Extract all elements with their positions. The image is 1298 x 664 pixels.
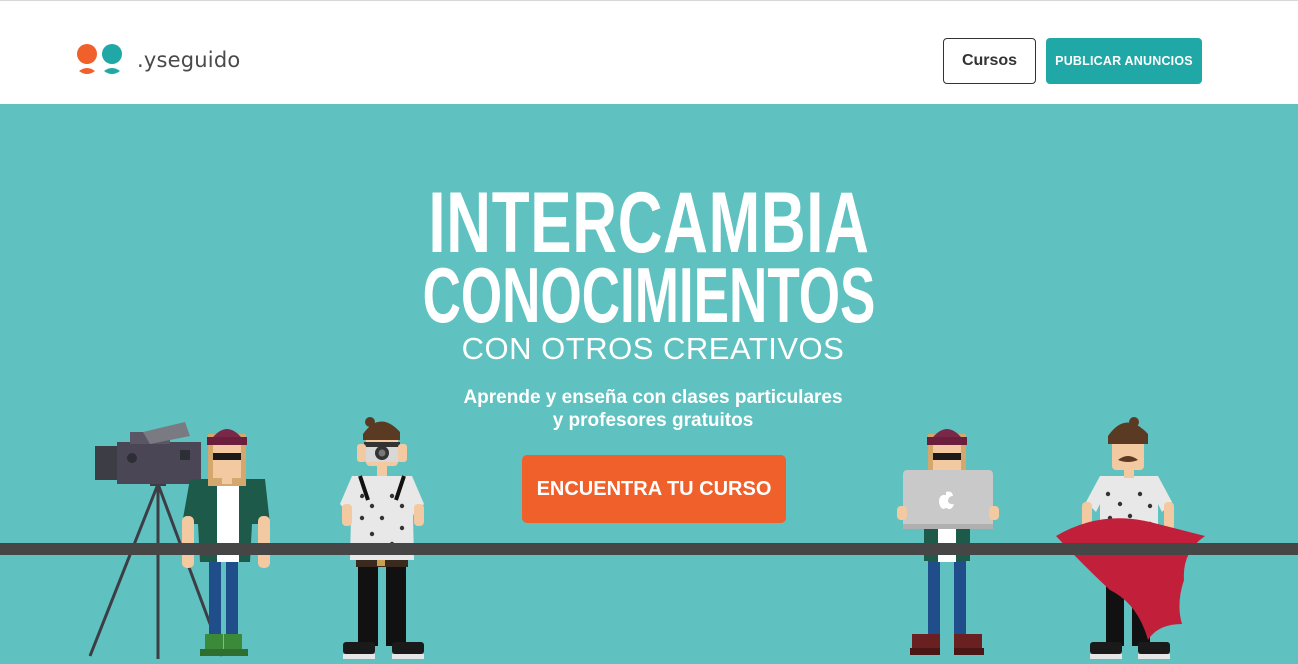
subtitle-line-2: y profesores gratuitos — [552, 410, 754, 431]
cursos-button[interactable]: Cursos — [943, 38, 1036, 84]
cape-holder-figure — [1056, 417, 1205, 659]
photographer-figure — [340, 417, 424, 659]
logo-mark-icon[interactable] — [76, 43, 126, 79]
headline-line-2: CONOCIMIENTOS — [422, 251, 876, 339]
subtitle-line-1: Aprende y enseña con clases particulares — [463, 387, 843, 408]
floor-bar — [0, 543, 1298, 555]
laptop-user-figure — [897, 429, 999, 655]
publicar-anuncios-button[interactable]: PUBLICAR ANUNCIOS — [1046, 38, 1202, 84]
find-course-button[interactable]: ENCUENTRA TU CURSO — [522, 455, 786, 523]
photo-camera-icon — [357, 442, 407, 462]
brand-name[interactable]: .yseguido — [137, 48, 240, 72]
headline-line-3: CON OTROS CREATIVOS — [461, 331, 845, 366]
laptop-icon — [897, 470, 999, 529]
site-header: .yseguido Cursos PUBLICAR ANUNCIOS — [0, 1, 1298, 104]
hero-section: INTERCAMBIA CONOCIMIENTOS CON OTROS CREA… — [0, 104, 1298, 664]
hero-subtitle: Aprende y enseña con clases particulares… — [0, 386, 1298, 432]
cape-icon — [1056, 518, 1205, 640]
